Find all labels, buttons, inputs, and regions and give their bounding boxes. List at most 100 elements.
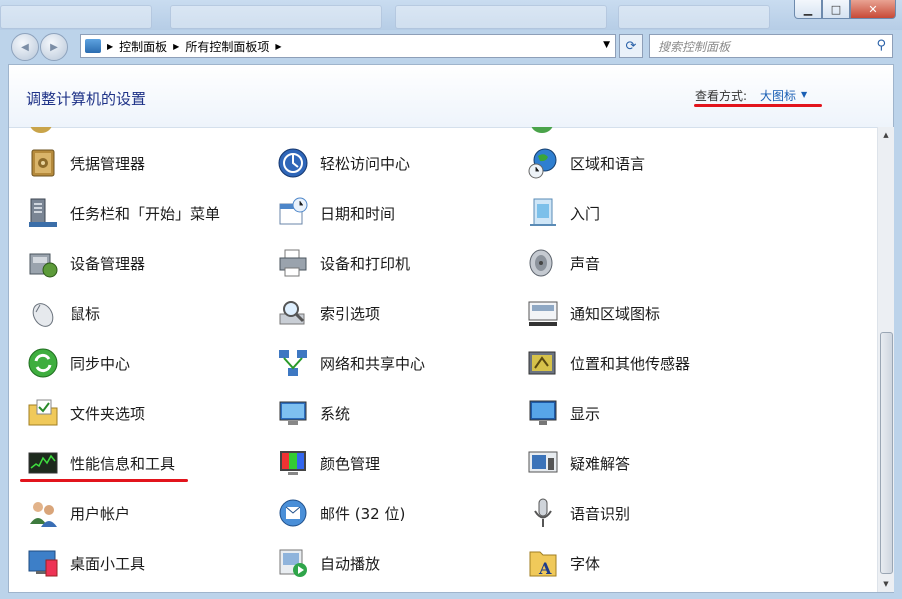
folder-icon xyxy=(26,396,60,430)
item-indexing-options[interactable]: 索引选项 xyxy=(276,295,380,331)
view-by-label: 查看方式: xyxy=(695,89,748,103)
item-label: 任务栏和「开始」菜单 xyxy=(70,204,221,223)
display-icon xyxy=(526,396,560,430)
performance-icon xyxy=(26,446,60,480)
item-devices-printers[interactable]: 设备和打印机 xyxy=(276,245,410,281)
color-management-icon xyxy=(276,446,310,480)
search-placeholder: 搜索控制面板 xyxy=(658,39,731,54)
background-window-tab xyxy=(618,5,770,29)
item-label: 日期和时间 xyxy=(320,204,396,223)
item-label: 文件夹选项 xyxy=(70,404,146,423)
item-device-manager[interactable]: 设备管理器 xyxy=(26,245,145,281)
item-label: 桌面小工具 xyxy=(70,554,146,573)
network-icon xyxy=(276,346,310,380)
breadcrumb-item-control-panel[interactable]: 控制面板 xyxy=(119,38,167,55)
page-title: 调整计算机的设置 xyxy=(26,90,147,108)
item-sound[interactable]: 声音 xyxy=(526,245,600,281)
address-dropdown-icon[interactable]: ▼ xyxy=(603,40,610,50)
users-icon xyxy=(26,496,60,530)
item-credential-manager[interactable]: 凭据管理器 xyxy=(26,145,145,181)
mail-icon xyxy=(276,496,310,530)
minimize-button[interactable]: ▁ xyxy=(794,0,822,19)
item-desktop-gadgets[interactable]: 桌面小工具 xyxy=(26,545,145,581)
item-label: 字体 xyxy=(570,554,601,573)
breadcrumb-separator-icon[interactable]: ▶ xyxy=(275,42,281,51)
background-window-tab xyxy=(395,5,607,29)
item-label: 位置和其他传感器 xyxy=(570,354,691,373)
item-label: 轻松访问中心 xyxy=(320,154,411,173)
forward-button[interactable]: ▶ xyxy=(40,33,68,61)
item-label: 凭据管理器 xyxy=(70,154,146,173)
magnifier-icon xyxy=(276,296,310,330)
device-manager-icon xyxy=(26,246,60,280)
item-performance-info-tools[interactable]: 性能信息和工具 xyxy=(26,445,175,481)
autoplay-icon xyxy=(276,546,310,580)
item-label: 区域和语言 xyxy=(570,154,646,173)
item-ease-of-access[interactable]: 轻松访问中心 xyxy=(276,145,410,181)
item-fonts[interactable]: A 字体 xyxy=(526,545,600,581)
item-display[interactable]: 显示 xyxy=(526,395,600,431)
item-mouse[interactable]: 鼠标 xyxy=(26,295,100,331)
troubleshooting-icon xyxy=(526,446,560,480)
item-date-time[interactable]: 日期和时间 xyxy=(276,195,395,231)
speaker-icon xyxy=(526,246,560,280)
item-color-management[interactable]: 颜色管理 xyxy=(276,445,380,481)
breadcrumb-separator-icon: ▶ xyxy=(107,41,114,51)
scroll-down-icon[interactable]: ▼ xyxy=(878,576,894,592)
control-panel-icon xyxy=(85,39,101,53)
item-label: 颜色管理 xyxy=(320,454,381,473)
sync-icon xyxy=(26,346,60,380)
item-region-language[interactable]: 区域和语言 xyxy=(526,145,645,181)
item-label: 同步中心 xyxy=(70,354,131,373)
vertical-scrollbar[interactable]: ▲ ▼ xyxy=(877,127,894,592)
back-button[interactable]: ◀ xyxy=(11,33,39,61)
item-system[interactable]: 系统 xyxy=(276,395,350,431)
search-icon[interactable]: ⚲ xyxy=(876,38,886,53)
item-user-accounts[interactable]: 用户帐户 xyxy=(26,495,130,531)
item-mail-32bit[interactable]: 邮件 (32 位) xyxy=(276,495,405,531)
item-troubleshooting[interactable]: 疑难解答 xyxy=(526,445,630,481)
printer-icon xyxy=(276,246,310,280)
item-label: 网络和共享中心 xyxy=(320,354,426,373)
refresh-icon: ⟳ xyxy=(625,38,637,54)
content-header: 调整计算机的设置 查看方式: 大图标 ▼ xyxy=(9,65,893,128)
breadcrumb-item-all-items[interactable]: 所有控制面板项 xyxy=(185,38,269,55)
item-label: 设备管理器 xyxy=(70,254,146,273)
item-network-sharing[interactable]: 网络和共享中心 xyxy=(276,345,425,381)
ease-of-access-icon xyxy=(276,146,310,180)
item-label: 邮件 (32 位) xyxy=(320,504,406,523)
close-button[interactable]: ✕ xyxy=(850,0,896,19)
item-getting-started[interactable]: 入门 xyxy=(526,195,600,231)
forward-arrow-icon: ▶ xyxy=(50,41,58,53)
item-label: 通知区域图标 xyxy=(570,304,661,323)
item-label: 显示 xyxy=(570,404,601,423)
red-annotation-underline xyxy=(694,104,822,107)
maximize-button[interactable]: □ xyxy=(822,0,850,19)
item-speech-recognition[interactable]: 语音识别 xyxy=(526,495,630,531)
item-label: 索引选项 xyxy=(320,304,381,323)
item-autoplay[interactable]: 自动播放 xyxy=(276,545,380,581)
item-sync-center[interactable]: 同步中心 xyxy=(26,345,130,381)
item-notification-area-icons[interactable]: 通知区域图标 xyxy=(526,295,660,331)
refresh-button[interactable]: ⟳ xyxy=(619,34,643,58)
view-by-dropdown[interactable]: 大图标 xyxy=(760,87,796,104)
scrollbar-thumb[interactable] xyxy=(880,332,893,574)
item-label: 语音识别 xyxy=(570,504,631,523)
item-label: 鼠标 xyxy=(70,304,101,323)
scroll-up-icon[interactable]: ▲ xyxy=(878,127,894,143)
content-panel: 调整计算机的设置 查看方式: 大图标 ▼ 凭据管理器 任务栏和「开始」菜单 设备… xyxy=(8,64,894,593)
item-label: 声音 xyxy=(570,254,601,273)
taskbar-icon xyxy=(26,196,60,230)
getting-started-icon xyxy=(526,196,560,230)
address-bar[interactable]: ▶ 控制面板 ▶ 所有控制面板项 ▶ ▼ xyxy=(80,34,616,58)
partial-icon xyxy=(30,127,54,133)
item-label: 疑难解答 xyxy=(570,454,631,473)
item-taskbar-start-menu[interactable]: 任务栏和「开始」菜单 xyxy=(26,195,220,231)
red-annotation-underline xyxy=(20,479,188,482)
notification-icon xyxy=(526,296,560,330)
search-input[interactable]: 搜索控制面板 ⚲ xyxy=(649,34,893,58)
item-location-sensors[interactable]: 位置和其他传感器 xyxy=(526,345,690,381)
item-folder-options[interactable]: 文件夹选项 xyxy=(26,395,145,431)
vault-icon xyxy=(26,146,60,180)
view-by-arrow-icon[interactable]: ▼ xyxy=(801,90,807,99)
